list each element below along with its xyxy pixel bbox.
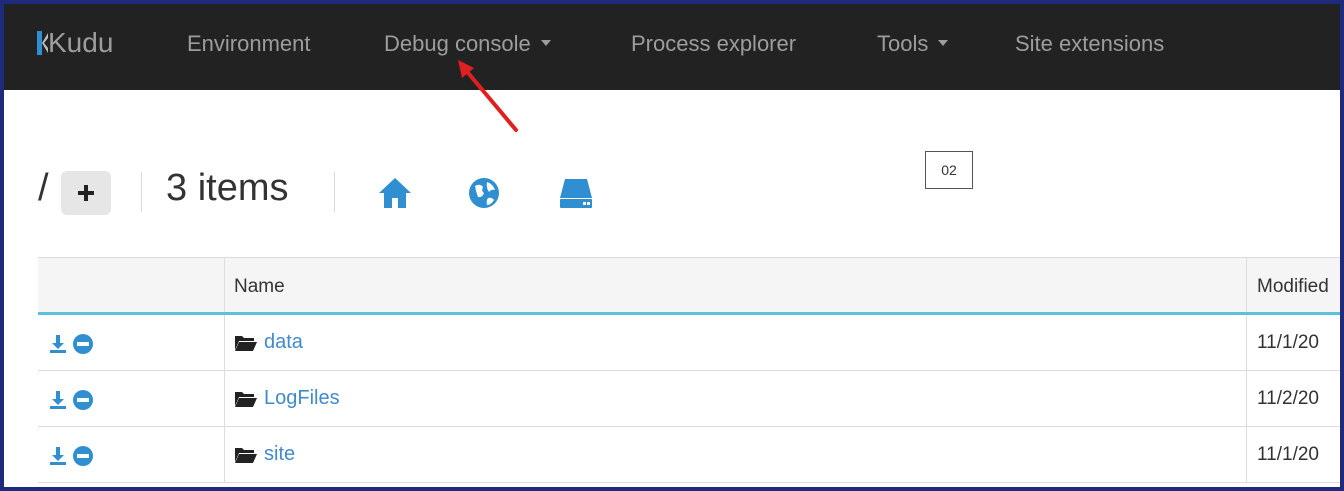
delete-icon[interactable] bbox=[72, 445, 94, 467]
top-navbar: Kudu Environment Debug console Process e… bbox=[4, 4, 1340, 90]
globe-icon[interactable] bbox=[467, 176, 501, 210]
row-actions bbox=[48, 445, 94, 467]
kudu-logo-icon bbox=[37, 31, 48, 55]
folder-open-icon bbox=[235, 447, 257, 463]
divider bbox=[141, 172, 142, 212]
nav-tools-label: Tools bbox=[877, 31, 929, 56]
drive-icon[interactable] bbox=[559, 176, 593, 210]
column-divider bbox=[1246, 427, 1247, 482]
column-divider bbox=[224, 371, 225, 426]
name-cell: site bbox=[234, 443, 295, 466]
download-icon[interactable] bbox=[48, 390, 68, 410]
nav-debug-console-label: Debug console bbox=[384, 31, 531, 56]
item-count: 3 items bbox=[166, 167, 289, 209]
modified-cell: 11/1/20 bbox=[1257, 332, 1319, 353]
step-number-label: 02 bbox=[925, 151, 973, 189]
row-actions bbox=[48, 333, 94, 355]
nav-process-explorer-label: Process explorer bbox=[631, 31, 797, 56]
screenshot-frame: Kudu Environment Debug console Process e… bbox=[0, 0, 1344, 491]
folder-open-icon bbox=[235, 335, 257, 351]
name-cell: data bbox=[234, 331, 303, 354]
column-header-name[interactable]: Name bbox=[234, 276, 285, 298]
modified-cell: 11/2/20 bbox=[1257, 388, 1319, 409]
table-row: data 11/1/20 bbox=[38, 315, 1340, 371]
column-divider bbox=[224, 427, 225, 482]
caret-down-icon bbox=[938, 40, 949, 47]
column-divider bbox=[1246, 371, 1247, 426]
delete-icon[interactable] bbox=[72, 389, 94, 411]
table-row: LogFiles 11/2/20 bbox=[38, 371, 1340, 427]
table-row: site 11/1/20 bbox=[38, 427, 1340, 483]
folder-link[interactable]: site bbox=[264, 443, 295, 466]
home-icon[interactable] bbox=[377, 176, 413, 210]
folder-link[interactable]: LogFiles bbox=[264, 387, 340, 410]
nav-environment-label: Environment bbox=[187, 31, 311, 56]
column-divider bbox=[224, 315, 225, 370]
nav-environment[interactable]: Environment bbox=[187, 30, 311, 58]
delete-icon[interactable] bbox=[72, 333, 94, 355]
column-header-modified[interactable]: Modified bbox=[1257, 276, 1329, 298]
column-divider bbox=[1246, 315, 1247, 370]
caret-down-icon bbox=[540, 40, 551, 47]
column-divider bbox=[1246, 258, 1247, 312]
modified-cell: 11/1/20 bbox=[1257, 444, 1319, 465]
file-table: Name Modified data 11/1/20 LogFiles 11/2… bbox=[38, 257, 1340, 483]
plus-icon bbox=[78, 185, 94, 201]
divider bbox=[334, 172, 335, 212]
name-cell: LogFiles bbox=[234, 387, 340, 410]
table-header: Name Modified bbox=[38, 257, 1340, 315]
row-actions bbox=[48, 389, 94, 411]
nav-site-extensions[interactable]: Site extensions bbox=[1015, 30, 1164, 58]
brand-text: Kudu bbox=[48, 27, 114, 58]
column-divider bbox=[224, 258, 225, 312]
folder-link[interactable]: data bbox=[264, 331, 303, 354]
breadcrumb-root[interactable]: / bbox=[38, 166, 49, 210]
download-icon[interactable] bbox=[48, 334, 68, 354]
nav-tools[interactable]: Tools bbox=[877, 30, 949, 58]
folder-open-icon bbox=[235, 391, 257, 407]
annotation-arrow bbox=[458, 60, 518, 132]
download-icon[interactable] bbox=[48, 446, 68, 466]
add-button[interactable] bbox=[61, 171, 111, 215]
nav-process-explorer[interactable]: Process explorer bbox=[631, 30, 796, 58]
nav-site-extensions-label: Site extensions bbox=[1015, 31, 1165, 56]
